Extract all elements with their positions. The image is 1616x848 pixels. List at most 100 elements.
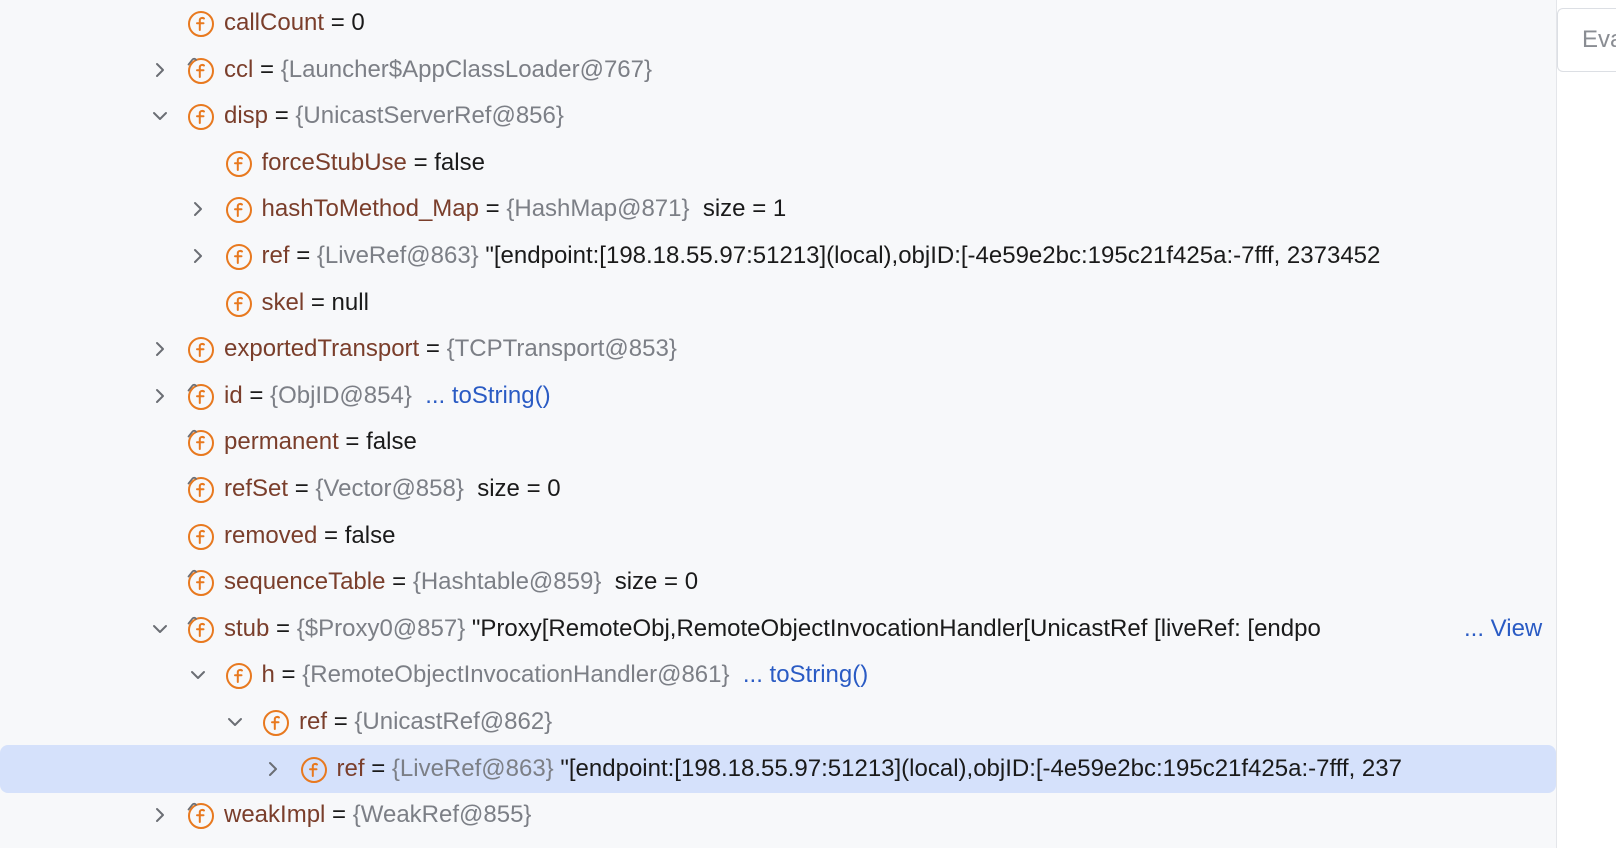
equals-sign: =: [413, 148, 428, 176]
tree-row[interactable]: forceStubUse = false: [0, 139, 1556, 187]
tree-row-text: ref = {UnicastRef@862}: [299, 698, 1556, 746]
equals-sign: =: [485, 195, 500, 223]
variable-type: {LiveRef@863}: [391, 754, 554, 782]
chevron-right-icon[interactable]: [261, 757, 285, 781]
equals-sign: =: [274, 102, 289, 130]
chevron-right-icon[interactable]: [186, 244, 210, 268]
variable-type: {ObjID@854}: [270, 381, 412, 409]
field-icon: [188, 337, 214, 364]
variable-value: size = 1: [702, 195, 787, 223]
equals-sign: =: [332, 801, 347, 829]
variable-type: {LiveRef@863}: [316, 242, 479, 269]
variable-type: {Vector@858}: [315, 475, 464, 502]
tree-row[interactable]: refSet = {Vector@858} size = 0: [0, 465, 1556, 513]
tree-row[interactable]: disp = {UnicastServerRef@856}: [0, 92, 1556, 140]
field-icon: [225, 663, 252, 690]
variable-name: ref: [261, 242, 290, 269]
tree-row[interactable]: ref = {UnicastRef@862}: [0, 698, 1556, 746]
equals-sign: =: [371, 754, 386, 782]
chevron-right-icon[interactable]: [186, 197, 210, 221]
tree-row[interactable]: ref = {LiveRef@863} "[endpoint:[198.18.5…: [0, 232, 1556, 280]
field-icon: [300, 756, 327, 783]
chevron-down-icon[interactable]: [148, 617, 172, 641]
tree-row[interactable]: hashToMethod_Map = {HashMap@871} size = …: [0, 185, 1556, 233]
tree-row-text: stub = {$Proxy0@857} "Proxy[RemoteObj,Re…: [224, 605, 1556, 653]
tree-row[interactable]: callCount = 0: [0, 0, 1556, 47]
chevron-right-icon[interactable]: [148, 337, 172, 361]
equals-sign: =: [260, 55, 275, 83]
variable-type: {UnicastRef@862}: [354, 708, 553, 735]
variable-value: false: [344, 521, 396, 549]
variable-type: {WeakRef@855}: [352, 801, 532, 829]
variable-type: {RemoteObjectInvocationHandler@861}: [302, 661, 730, 689]
tree-row[interactable]: stub = {$Proxy0@857} "Proxy[RemoteObj,Re…: [0, 604, 1556, 653]
debugger-variables-view: callCount = 0 ccl = {Launcher$AppClassLoa…: [0, 0, 1616, 848]
field-link-icon: [187, 430, 214, 457]
variable-value: "[endpoint:[198.18.55.97:51213](local),o…: [485, 242, 1381, 269]
variable-name: permanent: [224, 428, 339, 456]
tree-row[interactable]: weakImpl = {WeakRef@855}: [0, 791, 1556, 839]
variable-value: 0: [351, 9, 365, 36]
tree-row-text: ref = {LiveRef@863} "[endpoint:[198.18.5…: [262, 232, 1557, 280]
field-icon: [225, 150, 252, 177]
tree-row[interactable]: removed = false: [0, 512, 1556, 560]
tree-row[interactable]: permanent = false: [0, 418, 1556, 466]
chevron-down-icon[interactable]: [223, 710, 247, 734]
tree-row[interactable]: ref = {LiveRef@863} "[endpoint:[198.18.5…: [0, 744, 1557, 793]
chevron-right-icon[interactable]: [148, 803, 172, 827]
tree-row-text: weakImpl = {WeakRef@855}: [224, 791, 1556, 839]
equals-sign: =: [276, 614, 291, 642]
variable-name: removed: [224, 521, 318, 549]
variable-name: refSet: [224, 475, 289, 502]
tree-row-text: callCount = 0: [224, 0, 1556, 47]
variable-name: weakImpl: [224, 801, 326, 829]
evaluate-placeholder: Eva: [1582, 26, 1616, 53]
variable-name: hashToMethod_Map: [261, 195, 479, 223]
variable-type: {$Proxy0@857}: [296, 614, 466, 642]
tree-row-text: h = {RemoteObjectInvocationHandler@861} …: [262, 651, 1557, 699]
equals-sign: =: [345, 428, 360, 456]
tree-row[interactable]: skel = null: [0, 279, 1556, 327]
equals-sign: =: [310, 288, 325, 316]
variables-tree[interactable]: callCount = 0 ccl = {Launcher$AppClassLoa…: [0, 0, 1556, 848]
tree-row-text: skel = null: [262, 279, 1557, 327]
variable-type: {UnicastServerRef@856}: [295, 102, 564, 130]
chevron-down-icon[interactable]: [186, 663, 210, 687]
tree-row[interactable]: sequenceTable = {Hashtable@859} size = 0: [0, 558, 1556, 606]
tostring-link[interactable]: ... toString(): [425, 382, 550, 409]
chevron-down-icon[interactable]: [148, 104, 172, 128]
variable-value: false: [434, 148, 485, 176]
tree-row-text: disp = {UnicastServerRef@856}: [224, 92, 1556, 140]
variable-name: ref: [336, 754, 365, 782]
tostring-link[interactable]: ... toString(): [743, 661, 868, 688]
equals-sign: =: [392, 568, 407, 596]
tree-row[interactable]: id = {ObjID@854} ... toString(): [0, 372, 1556, 420]
variable-name: skel: [261, 288, 305, 316]
field-link-icon: [187, 57, 214, 84]
evaluate-expression-input[interactable]: Eva: [1557, 8, 1616, 72]
field-icon: [188, 523, 214, 550]
tree-row-text: refSet = {Vector@858} size = 0: [224, 465, 1556, 513]
tree-row[interactable]: h = {RemoteObjectInvocationHandler@861} …: [0, 651, 1556, 699]
tree-row[interactable]: ccl = {Launcher$AppClassLoader@767}: [0, 46, 1556, 94]
field-icon: [188, 11, 214, 37]
variable-name: disp: [224, 102, 269, 130]
tree-row-text: forceStubUse = false: [262, 139, 1557, 187]
equals-sign: =: [425, 335, 440, 363]
equals-sign: =: [330, 9, 345, 36]
tree-row[interactable]: exportedTransport = {TCPTransport@853}: [0, 325, 1556, 373]
variable-name: h: [261, 661, 275, 689]
variable-type: {TCPTransport@853}: [446, 335, 677, 363]
field-icon: [188, 104, 214, 131]
tree-row-text: ref = {LiveRef@863} "[endpoint:[198.18.5…: [337, 745, 1557, 793]
variable-value: "[endpoint:[198.18.55.97:51213](local),o…: [560, 754, 1402, 782]
chevron-right-icon[interactable]: [148, 384, 172, 408]
evaluate-panel: Eva: [1556, 0, 1616, 848]
equals-sign: =: [249, 381, 264, 409]
variable-name: forceStubUse: [261, 148, 407, 176]
view-link[interactable]: ... View: [1460, 604, 1543, 653]
variable-value: false: [366, 428, 417, 456]
variable-type: {Hashtable@859}: [412, 568, 602, 596]
tree-row-text: id = {ObjID@854} ... toString(): [224, 372, 1556, 420]
chevron-right-icon[interactable]: [148, 58, 172, 82]
